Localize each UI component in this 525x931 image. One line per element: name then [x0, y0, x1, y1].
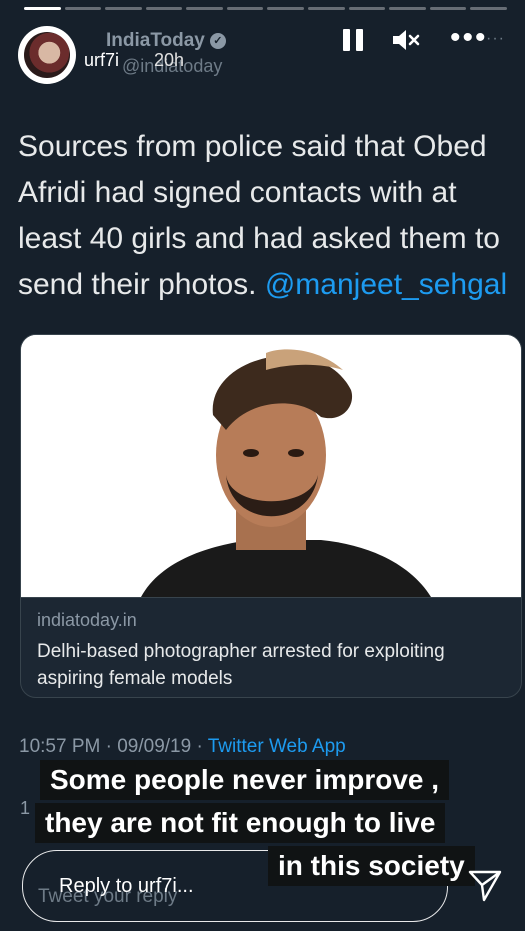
reply-input-placeholder: Reply to urf7i...: [59, 875, 194, 897]
card-domain: indiatoday.in: [37, 610, 137, 630]
tweet-more-icon: ···: [486, 30, 505, 47]
progress-segment: [105, 7, 142, 10]
tweet-text: Sources from police said that Obed Afrid…: [18, 124, 523, 308]
tweet-author-name: IndiaToday ✓: [106, 30, 226, 52]
card-title: Delhi-based photographer arrested for ex…: [37, 641, 445, 689]
card-info: indiatoday.in Delhi-based photographer a…: [21, 597, 521, 697]
more-icon[interactable]: •••: [450, 23, 488, 53]
send-icon[interactable]: [467, 869, 503, 903]
verified-icon: ✓: [209, 33, 226, 49]
tweet-app-link: Twitter Web App: [207, 736, 346, 757]
progress-segment: [267, 7, 305, 10]
story-username[interactable]: urf7i: [84, 50, 119, 71]
progress-segment: [226, 7, 264, 10]
link-card[interactable]: indiatoday.in Delhi-based photographer a…: [20, 334, 522, 698]
progress-segment: [186, 7, 223, 10]
progress-segment: [24, 7, 61, 10]
story-caption-line: they are not fit enough to live: [35, 803, 446, 843]
story-time: 20h: [154, 50, 185, 70]
progress-segment: [470, 7, 507, 10]
avatar[interactable]: [18, 26, 76, 84]
progress-segment: [389, 7, 426, 10]
mute-icon[interactable]: [391, 28, 421, 52]
pause-icon[interactable]: [343, 29, 365, 51]
story-progress-bar: [24, 7, 507, 10]
portrait-illustration: [21, 335, 521, 597]
story-header: IndiaToday ✓ @indiatoday urf7i 20h ···: [18, 20, 511, 90]
progress-segment: [308, 7, 345, 10]
tweet-count: 1: [20, 798, 31, 818]
progress-segment: [145, 7, 183, 10]
progress-segment: [348, 7, 386, 10]
story-caption-line: in this society: [268, 846, 475, 886]
mention-link[interactable]: @manjeet_sehgal: [265, 268, 507, 301]
progress-segment: [429, 7, 467, 10]
tweet-meta: 10:57 PM · 09/09/19 · Twitter Web App: [19, 736, 346, 758]
card-image: [21, 335, 521, 597]
tweet-timestamp: 10:57 PM · 09/09/19 ·: [19, 736, 208, 757]
story-caption-line: Some people never improve ,: [40, 760, 450, 800]
progress-segment: [64, 7, 102, 10]
